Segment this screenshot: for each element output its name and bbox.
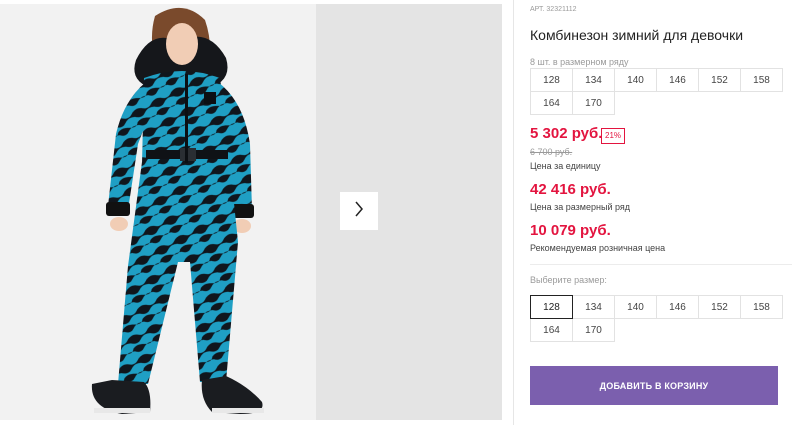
size-option[interactable]: 146 bbox=[656, 295, 699, 319]
product-title: Комбинезон зимний для девочки bbox=[530, 27, 744, 43]
size-selector: 128 134 140 146 152 158 164 170 bbox=[530, 295, 783, 342]
unit-price: 5 302 руб. bbox=[530, 125, 603, 142]
pack-price-note: Цена за размерный ряд bbox=[530, 202, 631, 212]
size-option[interactable]: 140 bbox=[614, 295, 657, 319]
size-option[interactable]: 164 bbox=[530, 318, 573, 342]
product-gallery bbox=[0, 0, 502, 420]
pack-size-cell: 152 bbox=[698, 68, 741, 92]
rrp-price-note: Рекомендуемая розничная цена bbox=[530, 243, 666, 253]
pack-size-grid: 128 134 140 146 152 158 164 170 bbox=[530, 68, 783, 115]
pack-size-cell: 140 bbox=[614, 68, 657, 92]
section-divider bbox=[530, 264, 792, 265]
chevron-right-icon bbox=[354, 201, 364, 222]
rrp-price: 10 079 руб. bbox=[530, 222, 611, 239]
product-photo[interactable] bbox=[0, 4, 316, 420]
pack-note: 8 шт. в размерном ряду bbox=[530, 57, 629, 67]
size-option-selected[interactable]: 128 bbox=[530, 295, 573, 319]
pack-size-cell: 128 bbox=[530, 68, 573, 92]
pack-size-cell: 134 bbox=[572, 68, 615, 92]
size-option[interactable]: 158 bbox=[740, 295, 783, 319]
size-option[interactable]: 152 bbox=[698, 295, 741, 319]
size-option[interactable]: 170 bbox=[572, 318, 615, 342]
pack-size-cell: 158 bbox=[740, 68, 783, 92]
choose-size-label: Выберите размер: bbox=[530, 275, 607, 285]
pack-size-cell: 146 bbox=[656, 68, 699, 92]
column-divider bbox=[513, 0, 514, 425]
old-price: 6 700 руб. bbox=[530, 147, 573, 157]
add-to-cart-button[interactable]: ДОБАВИТЬ В КОРЗИНУ bbox=[530, 366, 778, 405]
gallery-next-button[interactable] bbox=[340, 192, 378, 230]
pack-price: 42 416 руб. bbox=[530, 181, 611, 198]
pack-size-cell: 170 bbox=[572, 91, 615, 115]
unit-price-note: Цена за единицу bbox=[530, 161, 601, 171]
pack-size-cell: 164 bbox=[530, 91, 573, 115]
discount-badge: 21% bbox=[601, 128, 626, 144]
size-option[interactable]: 134 bbox=[572, 295, 615, 319]
product-sku: АРТ. 32321112 bbox=[530, 6, 577, 13]
